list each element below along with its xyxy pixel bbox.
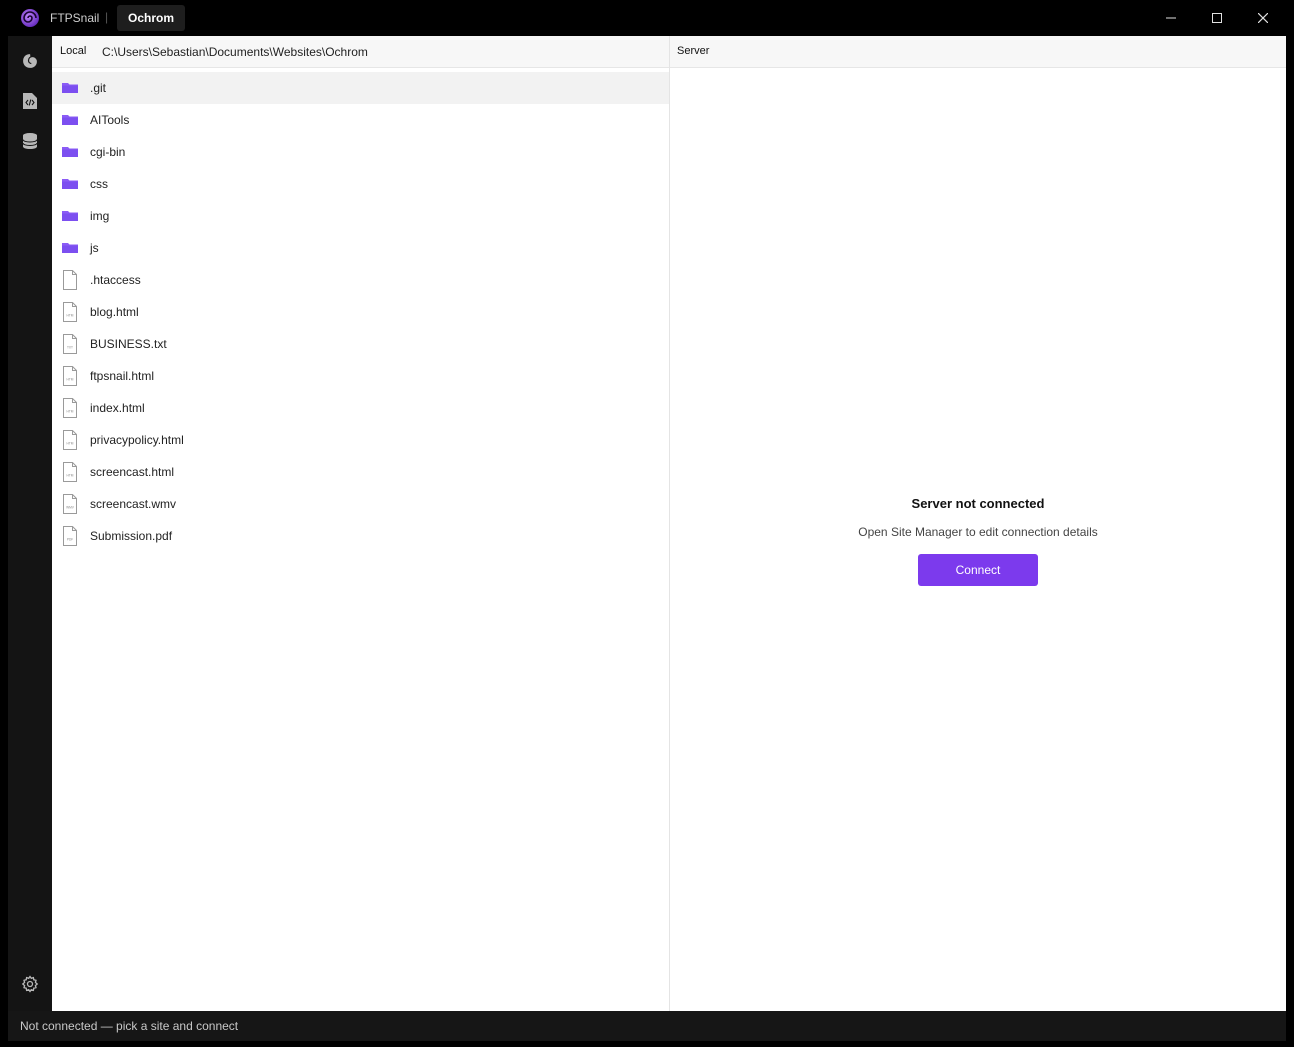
folder-icon: [62, 83, 78, 93]
folder-row[interactable]: img: [52, 200, 669, 232]
folder-row[interactable]: css: [52, 168, 669, 200]
file-icon: HTM: [63, 462, 77, 482]
folder-icon: [62, 179, 78, 189]
status-text: Not connected — pick a site and connect: [20, 1019, 239, 1033]
file-type-badge: HTM: [67, 442, 74, 446]
code-file-icon: [23, 93, 37, 109]
file-icon: HTM: [63, 302, 77, 322]
file-name: .git: [90, 81, 107, 95]
folder-row[interactable]: cgi-bin: [52, 136, 669, 168]
folder-icon: [62, 147, 78, 157]
file-name: blog.html: [90, 305, 139, 319]
file-icon: WMV: [63, 494, 77, 514]
database-icon: [22, 133, 38, 149]
file-icon: TXT: [63, 334, 77, 354]
file-name: cgi-bin: [90, 145, 126, 159]
snail-logo-icon: [21, 9, 39, 27]
file-row[interactable]: TXT BUSINESS.txt: [52, 328, 669, 360]
server-pane-header: Server: [670, 36, 1286, 68]
file-row[interactable]: .htaccess: [52, 264, 669, 296]
file-icon: HTM: [63, 366, 77, 386]
rail-button-editor[interactable]: [20, 91, 40, 111]
server-empty-subtitle: Open Site Manager to edit connection det…: [858, 525, 1098, 539]
server-empty-title: Server not connected: [911, 496, 1045, 511]
file-name: Submission.pdf: [90, 529, 173, 543]
file-row[interactable]: HTM privacypolicy.html: [52, 424, 669, 456]
title-separator: |: [105, 10, 109, 24]
connect-button[interactable]: Connect: [918, 554, 1038, 586]
minimize-icon: [1166, 17, 1176, 19]
file-name: BUSINESS.txt: [90, 337, 167, 351]
app-window: FTPSnail | Ochrom Local C:\Users\Sebasti…: [0, 0, 1294, 1047]
server-label: Server: [677, 45, 710, 57]
rail-button-sites[interactable]: [20, 51, 40, 71]
file-name: screencast.html: [90, 465, 175, 479]
file-name: .htaccess: [90, 273, 141, 287]
file-name: css: [90, 177, 108, 191]
file-name: js: [90, 241, 99, 255]
file-row[interactable]: WMV screencast.wmv: [52, 488, 669, 520]
file-icon: HTM: [63, 398, 77, 418]
local-label: Local: [60, 45, 87, 57]
file-type-badge: WMV: [66, 506, 75, 510]
minimize-button[interactable]: [1148, 6, 1194, 30]
file-row[interactable]: PDF Submission.pdf: [52, 520, 669, 552]
file-row[interactable]: HTM blog.html: [52, 296, 669, 328]
folder-icon: [62, 243, 78, 253]
file-row[interactable]: HTM index.html: [52, 392, 669, 424]
maximize-icon: [1212, 13, 1222, 23]
local-pane-header: Local C:\Users\Sebastian\Documents\Websi…: [52, 36, 669, 68]
file-icon: HTM: [63, 430, 77, 450]
rail-button-settings[interactable]: [20, 974, 40, 994]
file-type-badge: HTM: [67, 378, 74, 382]
file-name: privacypolicy.html: [90, 433, 184, 447]
snail-icon: [21, 52, 39, 70]
folder-row[interactable]: .git: [52, 72, 669, 104]
folder-row[interactable]: js: [52, 232, 669, 264]
site-tab[interactable]: Ochrom: [117, 5, 186, 31]
title-bar: FTPSnail | Ochrom: [0, 0, 1294, 36]
folder-icon: [62, 115, 78, 125]
file-name: ftpsnail.html: [90, 369, 155, 383]
file-name: img: [90, 209, 110, 223]
close-icon: [1258, 13, 1268, 23]
app-name: FTPSnail: [50, 11, 100, 25]
file-type-badge: HTM: [67, 474, 74, 478]
file-icon: [63, 270, 77, 290]
file-type-badge: PDF: [67, 538, 73, 542]
file-row[interactable]: HTM screencast.html: [52, 456, 669, 488]
file-type-badge: HTM: [67, 410, 74, 414]
folder-icon: [62, 211, 78, 221]
status-bar: Not connected — pick a site and connect: [8, 1011, 1286, 1041]
file-row[interactable]: HTM ftpsnail.html: [52, 360, 669, 392]
side-rail: [8, 36, 52, 1011]
folder-row[interactable]: AITools: [52, 104, 669, 136]
server-pane: Server Server not connected Open Site Ma…: [670, 36, 1286, 1011]
local-file-list: .git AITools cgi-bin css img js .htaccess HTM bl…: [52, 72, 669, 552]
maximize-button[interactable]: [1194, 6, 1240, 30]
file-type-badge: TXT: [67, 346, 73, 350]
file-name: index.html: [90, 401, 145, 415]
file-name: screencast.wmv: [90, 497, 177, 511]
close-button[interactable]: [1240, 6, 1286, 30]
rail-button-storage[interactable]: [20, 131, 40, 151]
local-pane: Local C:\Users\Sebastian\Documents\Websi…: [52, 36, 670, 1011]
gear-icon: [21, 975, 39, 993]
file-name: AITools: [90, 113, 130, 127]
file-icon: PDF: [63, 526, 77, 546]
local-path[interactable]: C:\Users\Sebastian\Documents\Websites\Oc…: [102, 45, 368, 59]
file-type-badge: HTM: [67, 314, 74, 318]
